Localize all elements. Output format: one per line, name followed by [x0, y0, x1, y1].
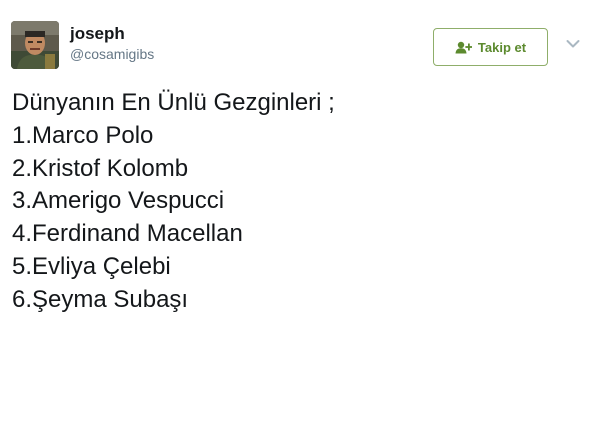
- screen-name[interactable]: @cosamigibs: [70, 45, 154, 63]
- add-user-icon: [455, 41, 472, 54]
- tweet-card: joseph @cosamigibs Takip et Dünyanın En …: [0, 0, 599, 427]
- tweet-text: Dünyanın En Ünlü Gezginleri ; 1.Marco Po…: [12, 87, 335, 317]
- tweet-text-line: 3.Amerigo Vespucci: [12, 187, 225, 215]
- user-avatar-photo: [11, 21, 59, 69]
- tweet-text-line: 4.Ferdinand Macellan: [12, 220, 243, 248]
- tweet-header: joseph @cosamigibs Takip et: [11, 19, 589, 73]
- avatar[interactable]: [11, 21, 59, 69]
- tweet-text-line: Dünyanın En Ünlü Gezginleri ;: [12, 89, 335, 116]
- tweet-text-line: 5.Evliya Çelebi: [12, 252, 171, 280]
- follow-button[interactable]: Takip et: [433, 28, 548, 66]
- chevron-down-icon[interactable]: [566, 39, 580, 49]
- tweet-text-line: 1.Marco Polo: [12, 121, 154, 149]
- user-info: joseph @cosamigibs: [70, 24, 154, 63]
- tweet-text-line: 6.Şeyma Subaşı: [12, 285, 189, 313]
- tweet-text-line: 2.Kristof Kolomb: [12, 154, 189, 182]
- display-name[interactable]: joseph: [70, 24, 154, 44]
- follow-button-label: Takip et: [477, 39, 527, 55]
